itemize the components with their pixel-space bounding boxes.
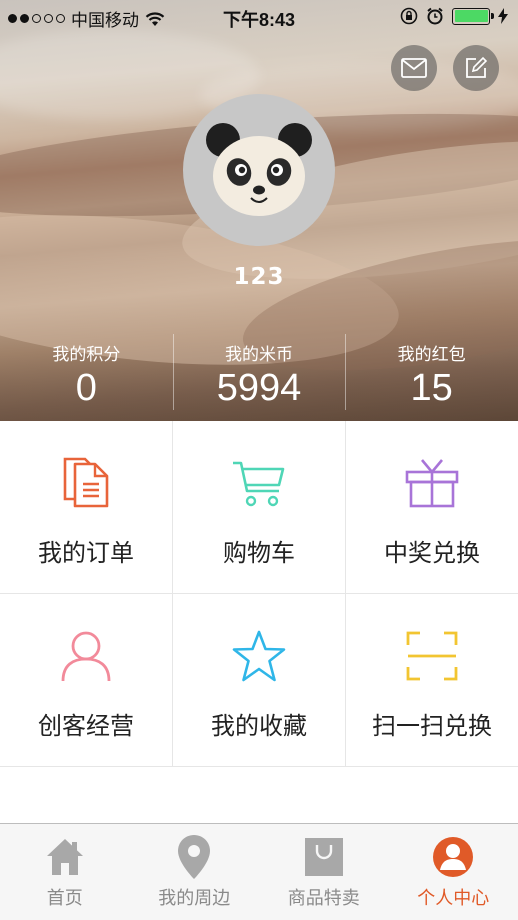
profile-header: 中国移动 下午8:43 123 我的积分 0 我的米币 5994 我的红包 15 [0,0,518,421]
avatar[interactable] [183,94,335,246]
menu-item-favorites[interactable]: 我的收藏 [173,594,346,767]
gift-icon [405,459,459,508]
tab-home[interactable]: 首页 [0,824,130,920]
tab-label: 我的周边 [158,888,231,909]
tab-nearby[interactable]: 我的周边 [130,824,260,920]
menu-item-my-orders[interactable]: 我的订单 [0,421,173,594]
menu-item-label: 扫一扫兑换 [372,712,492,740]
stat-mi-coins[interactable]: 我的米币 5994 [172,332,346,412]
alarm-icon [427,7,443,25]
edit-icon [466,56,488,78]
tab-label: 个人中心 [417,888,490,909]
edit-profile-button[interactable] [453,45,499,91]
menu-item-prize-redemption[interactable]: 中奖兑换 [346,421,518,594]
shopping-bag-icon [304,838,343,876]
menu-grid: 我的订单 购物车 中奖兑换 创客经营 我的收藏 扫一扫兑换 [0,421,518,767]
stat-red-packets[interactable]: 我的红包 15 [345,332,518,412]
tab-personal-center[interactable]: 个人中心 [389,824,518,920]
status-bar: 中国移动 下午8:43 [0,0,518,34]
battery-icon [452,7,494,25]
menu-item-label: 我的收藏 [211,712,307,740]
home-icon [46,839,83,875]
menu-item-label: 创客经营 [38,712,134,740]
star-icon [232,630,286,682]
username[interactable]: 123 [0,264,518,290]
stats-bar: 我的积分 0 我的米币 5994 我的红包 15 [0,332,518,412]
menu-item-label: 购物车 [223,539,295,567]
menu-item-label: 中奖兑换 [384,539,480,567]
location-pin-icon [178,835,211,879]
user-icon [433,837,474,877]
menu-item-scan-redeem[interactable]: 扫一扫兑换 [346,594,518,767]
tab-label: 商品特卖 [287,888,360,909]
menu-item-maker-business[interactable]: 创客经营 [0,594,173,767]
stat-label: 我的米币 [225,345,293,365]
envelope-icon [401,58,427,78]
stat-value: 15 [410,367,453,409]
tab-label: 首页 [46,888,83,909]
panda-avatar-icon [206,123,312,216]
stat-value: 5994 [216,367,302,409]
tab-bar: 首页 我的周边 商品特卖 个人中心 [0,823,518,920]
document-icon [63,457,109,508]
menu-item-shopping-cart[interactable]: 购物车 [173,421,346,594]
stat-label: 我的积分 [52,345,121,365]
stat-value: 0 [75,367,97,409]
scan-icon [406,631,458,681]
cart-icon [233,461,285,507]
stat-label: 我的红包 [397,345,466,365]
rotation-lock-icon [400,7,418,25]
messages-button[interactable] [391,45,437,91]
person-icon [61,631,111,682]
charging-bolt-icon [498,8,508,24]
tab-special-sale[interactable]: 商品特卖 [259,824,389,920]
stat-points[interactable]: 我的积分 0 [0,332,173,412]
menu-item-label: 我的订单 [38,539,134,567]
